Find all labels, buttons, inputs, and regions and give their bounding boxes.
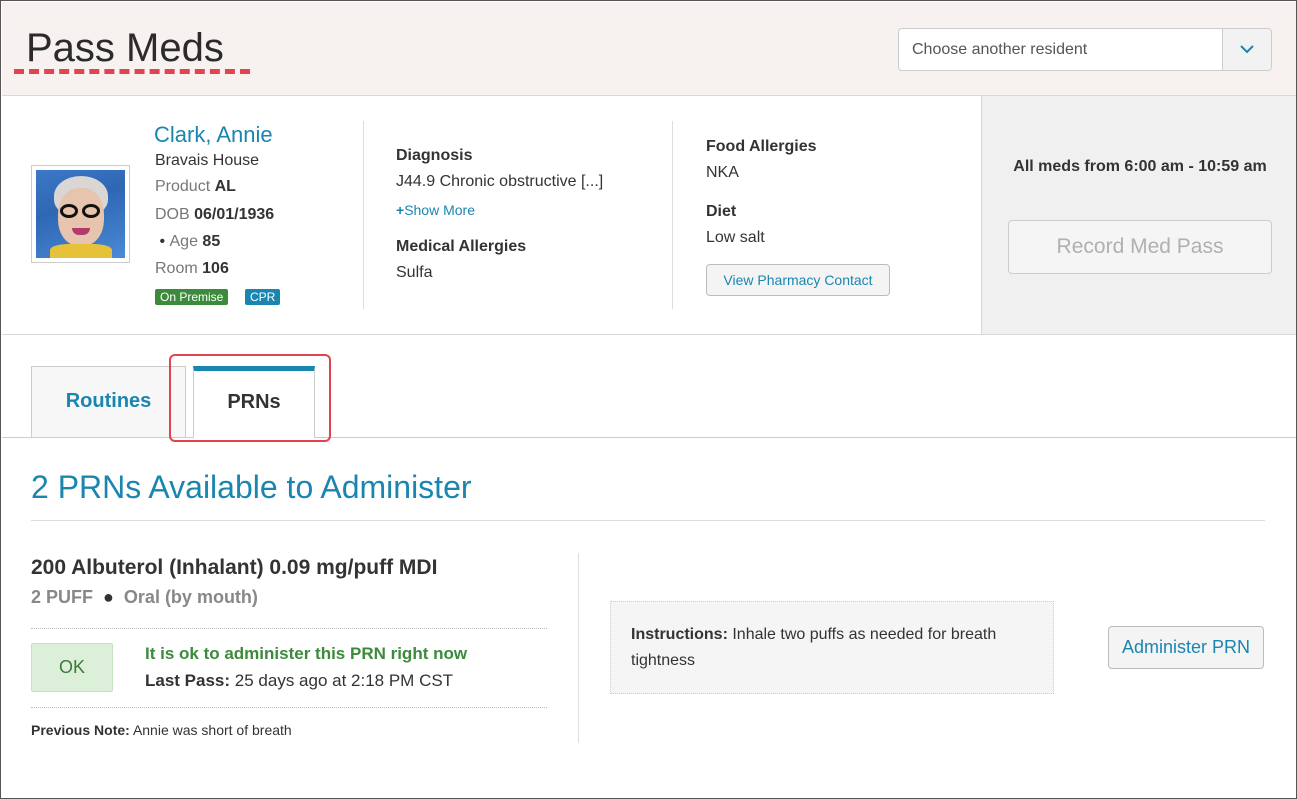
medical-allergies-value: Sulfa — [396, 264, 433, 281]
record-med-pass-button[interactable]: Record Med Pass — [1008, 220, 1272, 274]
on-premise-badge: On Premise — [155, 289, 229, 305]
resident-select-placeholder: Choose another resident — [912, 41, 1088, 58]
app-frame: Pass Meds Choose another resident Clark,… — [0, 0, 1297, 799]
view-pharmacy-contact-button[interactable]: View Pharmacy Contact — [706, 264, 890, 296]
resident-age: • Age 85 — [155, 233, 221, 250]
cpr-badge: CPR — [245, 289, 281, 305]
med-dose-route: 2 PUFF ● Oral (by mouth) — [31, 587, 258, 607]
plus-icon: + — [396, 202, 405, 218]
section-title: 2 PRNs Available to Administer — [31, 469, 472, 505]
last-pass: Last Pass: 25 days ago at 2:18 PM CST — [145, 671, 454, 690]
title-annotation-underline — [14, 69, 250, 74]
resident-product: Product AL — [155, 178, 236, 195]
resident-select[interactable]: Choose another resident — [898, 28, 1272, 71]
diet-value: Low salt — [706, 229, 765, 246]
divider — [31, 520, 1265, 521]
administer-prn-button[interactable]: Administer PRN — [1108, 626, 1264, 669]
divider — [31, 628, 547, 629]
tab-routines[interactable]: Routines — [31, 366, 186, 437]
status-message: It is ok to administer this PRN right no… — [145, 644, 468, 663]
food-allergies-value: NKA — [706, 164, 739, 181]
chevron-down-icon — [1240, 45, 1254, 54]
page-title: Pass Meds — [26, 26, 224, 70]
page-header: Pass Meds Choose another resident — [2, 2, 1296, 96]
divider — [31, 707, 547, 708]
diagnosis-value: J44.9 Chronic obstructive [...] — [396, 173, 604, 190]
diet-label: Diet — [706, 203, 737, 220]
resident-location: Bravais House — [155, 152, 260, 169]
bullet-icon: ● — [98, 587, 119, 607]
divider — [578, 553, 579, 743]
food-allergies-label: Food Allergies — [706, 138, 817, 155]
divider — [363, 121, 364, 309]
divider — [672, 121, 673, 309]
instructions-box: Instructions: Inhale two puffs as needed… — [610, 601, 1054, 694]
medical-allergies-label: Medical Allergies — [396, 238, 527, 255]
med-name: 200 Albuterol (Inhalant) 0.09 mg/puff MD… — [31, 556, 438, 579]
show-more-link[interactable]: +Show More — [396, 202, 475, 218]
resident-avatar — [31, 165, 130, 263]
resident-name-link[interactable]: Clark, Annie — [154, 122, 273, 148]
previous-note: Previous Note: Annie was short of breath — [31, 722, 292, 738]
diagnosis-label: Diagnosis — [396, 147, 473, 164]
bullet-icon: • — [155, 233, 170, 250]
med-pass-time-range: All meds from 6:00 am - 10:59 am — [1013, 158, 1267, 175]
resident-room: Room 106 — [155, 260, 229, 277]
resident-select-toggle[interactable] — [1222, 29, 1271, 70]
resident-dob: DOB 06/01/1936 — [155, 206, 275, 223]
resident-panel: Clark, Annie Bravais House Product AL DO… — [2, 96, 1296, 335]
status-badge: OK — [31, 643, 113, 692]
tab-bar: Routines PRNs — [2, 335, 1296, 442]
resident-photo — [36, 170, 125, 258]
med-pass-box: All meds from 6:00 am - 10:59 am Record … — [981, 96, 1296, 334]
tab-annotation-highlight — [169, 354, 331, 442]
